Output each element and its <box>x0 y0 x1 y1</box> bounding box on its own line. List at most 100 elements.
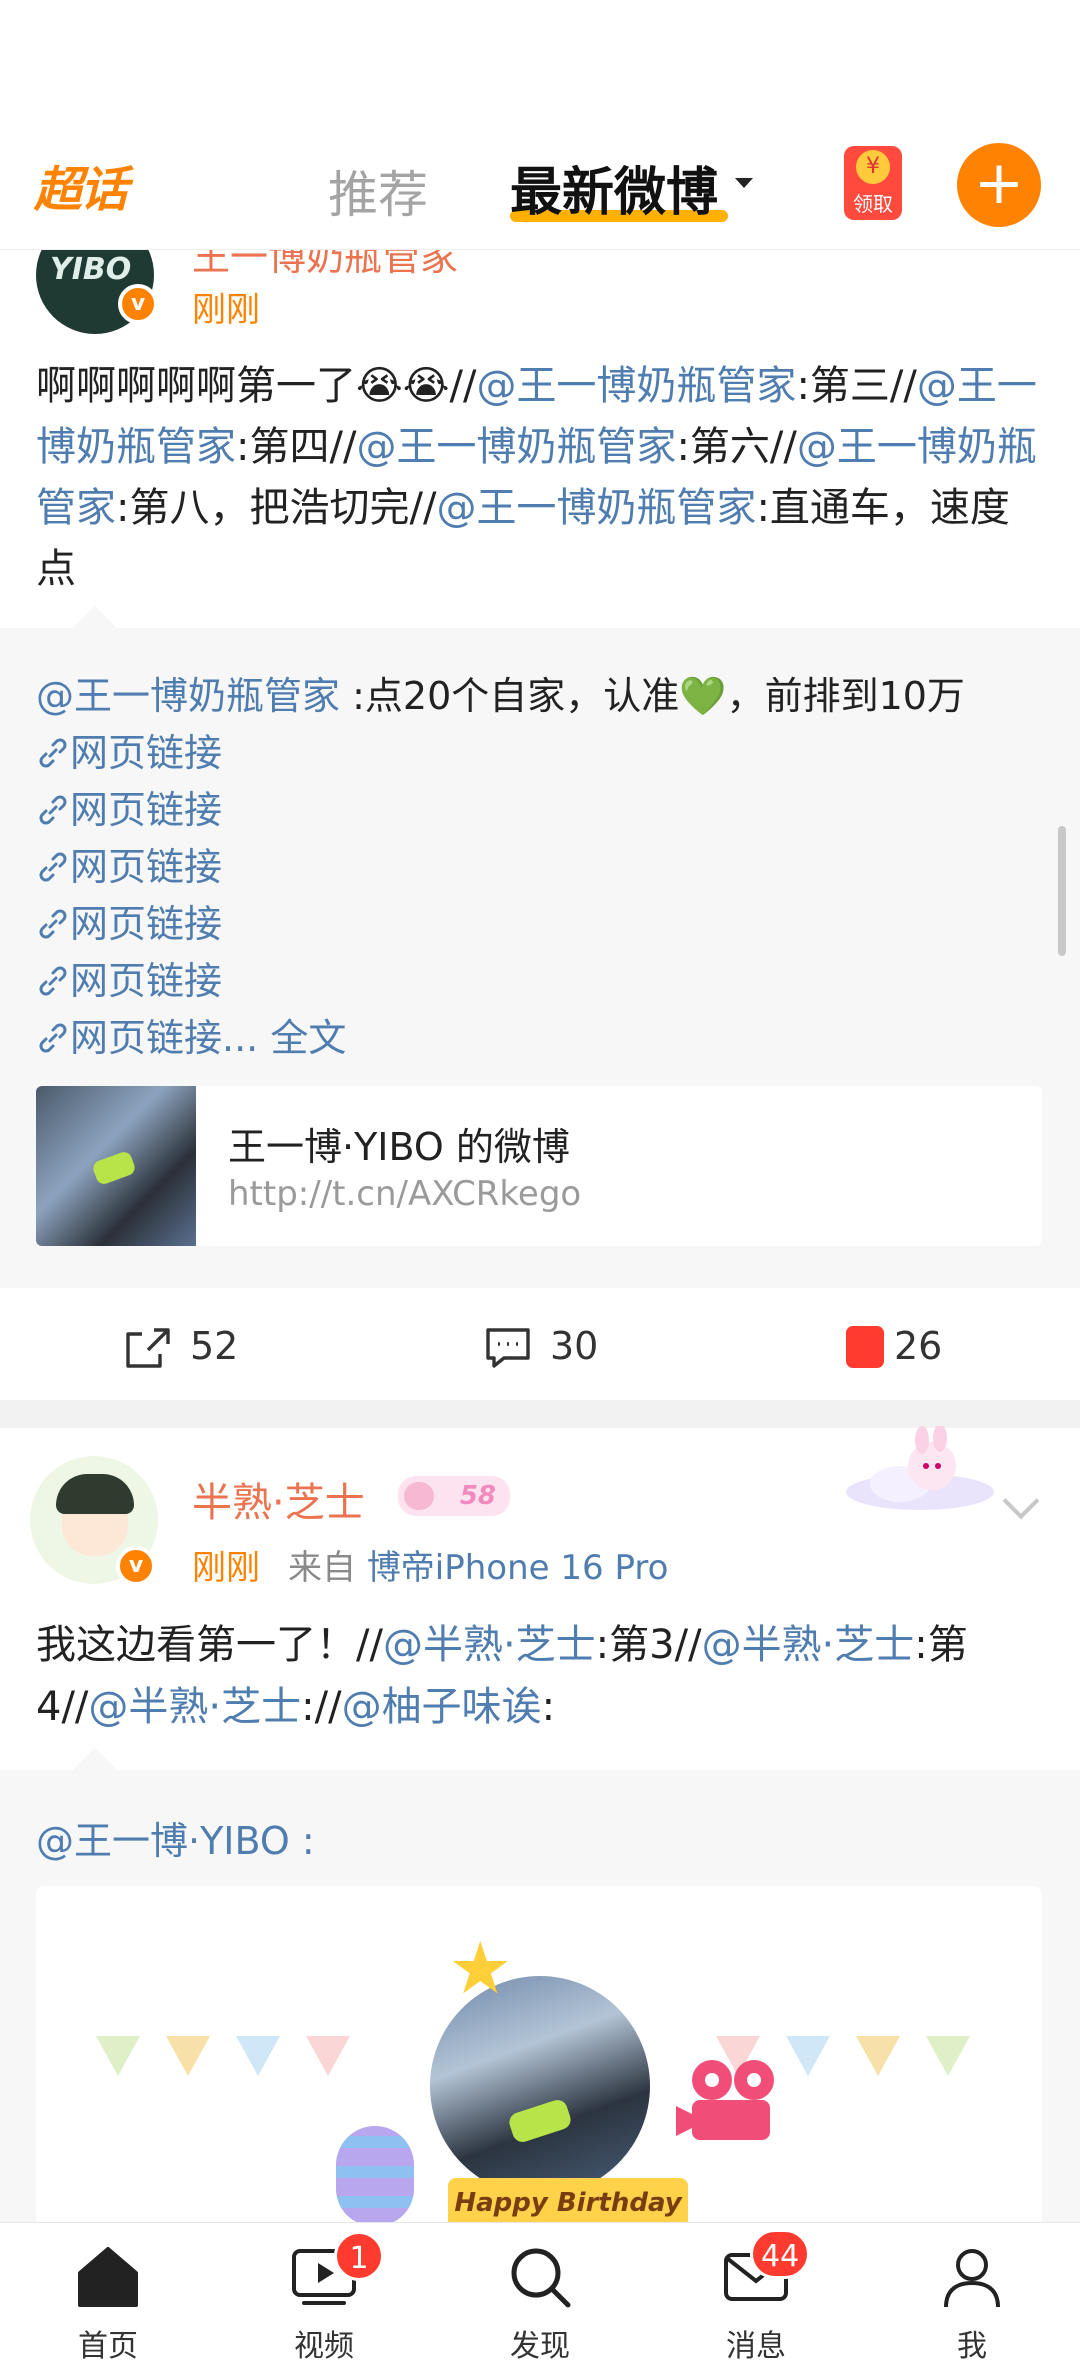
user-mention-link[interactable]: @半熟·芝士 <box>383 1622 596 1668</box>
red-envelope-label: 领取 <box>853 192 893 216</box>
last-link-line[interactable]: 网页链接... 全文 <box>36 1010 1056 1067</box>
link-text[interactable]: 网页链接 <box>70 902 222 946</box>
fan-level-badge: 58 <box>398 1476 510 1516</box>
bunting-flag <box>166 2036 210 2076</box>
bunny-icon <box>404 1482 434 1510</box>
avatar-art: YIBO <box>50 252 132 287</box>
birthday-card-image[interactable]: ★ Happy Birthday <box>36 1886 1042 2246</box>
scrollbar[interactable] <box>1058 826 1066 956</box>
link-card-title: 王一博·YIBO 的微博 <box>228 1125 570 1169</box>
post-text-segment: :第3// <box>595 1622 702 1668</box>
link-text[interactable]: 网页链接 <box>70 788 222 832</box>
thumbnail-detail <box>91 1149 137 1187</box>
bunting-flag <box>926 2036 970 2076</box>
photo-detail <box>506 2097 574 2145</box>
user-mention-link[interactable]: @王一博奶瓶管家 <box>476 363 796 409</box>
fan-level-number: 58 <box>459 1481 496 1511</box>
nav-profile[interactable]: 我 <box>864 2223 1080 2373</box>
quoted-post-text: @王一博奶瓶管家 :点20个自家，认准💚，前排到10万 网页链接 网页链接 网页链接… <box>36 668 1056 1067</box>
tab-latest-weibo[interactable]: 最新微博 <box>510 150 718 225</box>
link-text[interactable]: 网页链接... <box>70 1016 258 1060</box>
post-text-segment: : <box>541 1684 556 1730</box>
web-link[interactable]: 网页链接 <box>36 782 1056 839</box>
user-mention-link[interactable]: @半熟·芝士 <box>702 1622 915 1668</box>
message-unread-badge: 44 <box>750 2229 811 2279</box>
source-device[interactable]: 博帝iPhone 16 Pro <box>367 1548 669 1588</box>
yuan-coin-icon: ¥ <box>856 150 890 184</box>
web-link[interactable]: 网页链接 <box>36 839 1056 896</box>
web-link[interactable]: 网页链接 <box>36 725 1056 782</box>
chevron-down-icon[interactable] <box>1002 1482 1040 1520</box>
bunting-flag <box>96 2036 140 2076</box>
link-list: 网页链接 网页链接 网页链接 网页链接 网页链接 <box>36 725 1056 1010</box>
tab-recommend[interactable]: 推荐 <box>328 155 428 227</box>
compose-plus-button[interactable]: + <box>957 143 1041 227</box>
verified-badge-icon: v <box>118 284 158 324</box>
link-text[interactable]: 网页链接 <box>70 731 222 775</box>
quoted-mention[interactable]: @王一博奶瓶管家 <box>36 674 340 718</box>
post-text-segment: :第三// <box>796 363 917 409</box>
full-text-link[interactable]: 全文 <box>270 1016 346 1060</box>
video-unread-badge: 1 <box>334 2231 384 2281</box>
home-icon <box>78 2247 138 2307</box>
post-author-name[interactable]: 半熟·芝士 <box>192 1470 365 1528</box>
search-icon <box>511 2248 571 2308</box>
quoted-mention[interactable]: @王一博·YIBO : <box>36 1810 315 1865</box>
profile-icon <box>944 2249 1000 2308</box>
user-mention-link[interactable]: @王一博奶瓶管家 <box>356 424 676 470</box>
red-packet-like-icon <box>846 1326 884 1368</box>
bottom-navigation: 首页 1 视频 发现 44 消息 我 <box>0 2222 1080 2373</box>
quote-notch <box>73 605 117 649</box>
link-card[interactable]: 王一博·YIBO 的微博 http://t.cn/AXCRkego <box>36 1086 1042 1246</box>
app-screen: 超话 推荐 最新微博 ¥ 领取 + YIBO v 王一博奶瓶管家 刚刚 啊啊啊啊… <box>0 0 1080 2373</box>
quoted-post[interactable]: @王一博·YIBO : ★ Happy Birthday <box>0 1747 1080 2246</box>
user-mention-link[interactable]: @半熟·芝士 <box>88 1684 301 1730</box>
quoted-line-text: :点20个自家，认准💚，前排到10万 <box>340 674 965 718</box>
post-text-segment: :第八，把浩切完// <box>116 485 437 531</box>
nav-video-label: 视频 <box>294 2329 354 2364</box>
web-link[interactable]: 网页链接 <box>36 953 1056 1010</box>
post-time: 刚刚 <box>192 1548 260 1588</box>
bunting-flag <box>856 2036 900 2076</box>
comment-count: 30 <box>550 1324 599 1368</box>
top-bar: 超话 推荐 最新微博 ¥ 领取 + <box>0 0 1080 250</box>
feed-divider <box>0 1400 1080 1428</box>
post-body-text: 我这边看第一了！//@半熟·芝士:第3//@半熟·芝士:第4//@半熟·芝士:/… <box>36 1614 1056 1738</box>
link-icon <box>39 1023 67 1053</box>
quote-notch <box>73 1747 117 1791</box>
avatar-hair <box>56 1474 134 1514</box>
nav-messages-label: 消息 <box>726 2329 786 2364</box>
post-text-segment: 我这边看第一了！// <box>36 1622 383 1668</box>
quoted-post[interactable]: @王一博奶瓶管家 :点20个自家，认准💚，前排到10万 网页链接 网页链接 网页链接… <box>0 605 1080 1288</box>
quoted-post-first-line: @王一博奶瓶管家 :点20个自家，认准💚，前排到10万 <box>36 668 1056 725</box>
link-text[interactable]: 网页链接 <box>70 845 222 889</box>
nav-home[interactable]: 首页 <box>0 2223 216 2373</box>
link-icon <box>39 966 67 996</box>
red-envelope-button[interactable]: ¥ 领取 <box>844 146 902 220</box>
verified-badge-icon: v <box>116 1546 156 1586</box>
user-mention-link[interactable]: @柚子味诶 <box>342 1684 542 1730</box>
post-source: 来自 博帝iPhone 16 Pro <box>288 1540 668 1589</box>
link-icon <box>39 795 67 825</box>
like-count: 26 <box>894 1324 943 1368</box>
post-text-segment: :第四// <box>236 424 357 470</box>
nav-messages[interactable]: 44 消息 <box>648 2223 864 2373</box>
link-text[interactable]: 网页链接 <box>70 959 222 1003</box>
nav-home-label: 首页 <box>78 2329 138 2364</box>
nav-video[interactable]: 1 视频 <box>216 2223 432 2373</box>
happy-birthday-banner: Happy Birthday <box>448 2178 688 2228</box>
bunny-cloud-decoration-icon <box>846 1426 994 1510</box>
web-link[interactable]: 网页链接 <box>36 896 1056 953</box>
repost-icon <box>126 1328 170 1368</box>
caret-down-icon[interactable] <box>735 178 753 188</box>
source-prefix: 来自 <box>288 1548 356 1588</box>
nav-profile-label: 我 <box>957 2329 987 2364</box>
user-mention-link[interactable]: @王一博奶瓶管家 <box>436 485 756 531</box>
post-text-segment: :第六// <box>676 424 797 470</box>
nav-discover[interactable]: 发现 <box>432 2223 648 2373</box>
chaohua-logo-button[interactable]: 超话 <box>34 150 142 218</box>
nav-discover-label: 发现 <box>510 2329 570 2364</box>
post-text-segment: 啊啊啊啊啊第一了😭😭// <box>36 363 477 409</box>
easter-egg-icon <box>336 2126 414 2226</box>
link-icon <box>39 738 67 768</box>
